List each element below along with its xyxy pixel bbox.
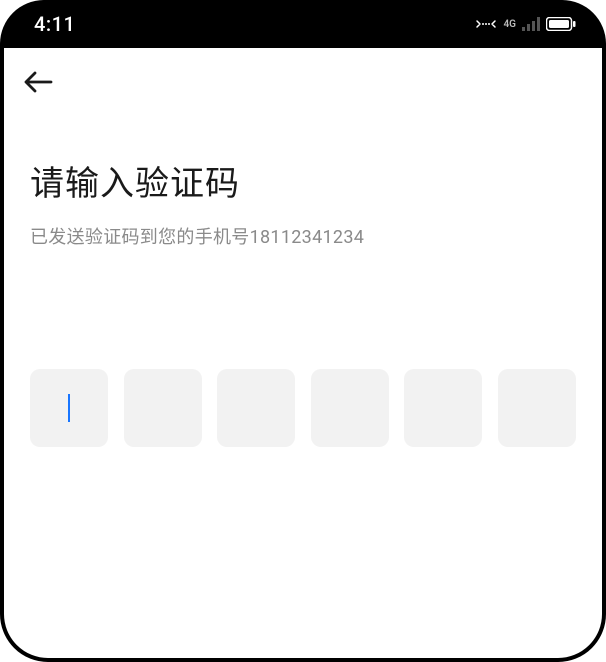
page-title: 请输入验证码 xyxy=(30,156,576,205)
signal-icon xyxy=(522,17,540,31)
back-button[interactable] xyxy=(20,64,56,100)
page-subtitle: 已发送验证码到您的手机号18112341234 xyxy=(30,223,576,249)
status-bar: 4:11 4G xyxy=(0,0,606,48)
code-digit-5[interactable] xyxy=(404,369,482,447)
code-digit-3[interactable] xyxy=(217,369,295,447)
code-digit-4[interactable] xyxy=(311,369,389,447)
code-digit-2[interactable] xyxy=(124,369,202,447)
navbar xyxy=(0,48,606,116)
status-time: 4:11 xyxy=(34,12,75,36)
network-label: 4G xyxy=(503,19,516,30)
code-digit-6[interactable] xyxy=(498,369,576,447)
code-icon xyxy=(475,17,497,31)
battery-icon xyxy=(546,17,576,31)
verification-code-input[interactable] xyxy=(0,369,606,447)
arrow-left-icon xyxy=(23,70,53,94)
content: 请输入验证码 已发送验证码到您的手机号18112341234 xyxy=(0,116,606,249)
status-indicators: 4G xyxy=(475,17,576,31)
code-digit-1[interactable] xyxy=(30,369,108,447)
